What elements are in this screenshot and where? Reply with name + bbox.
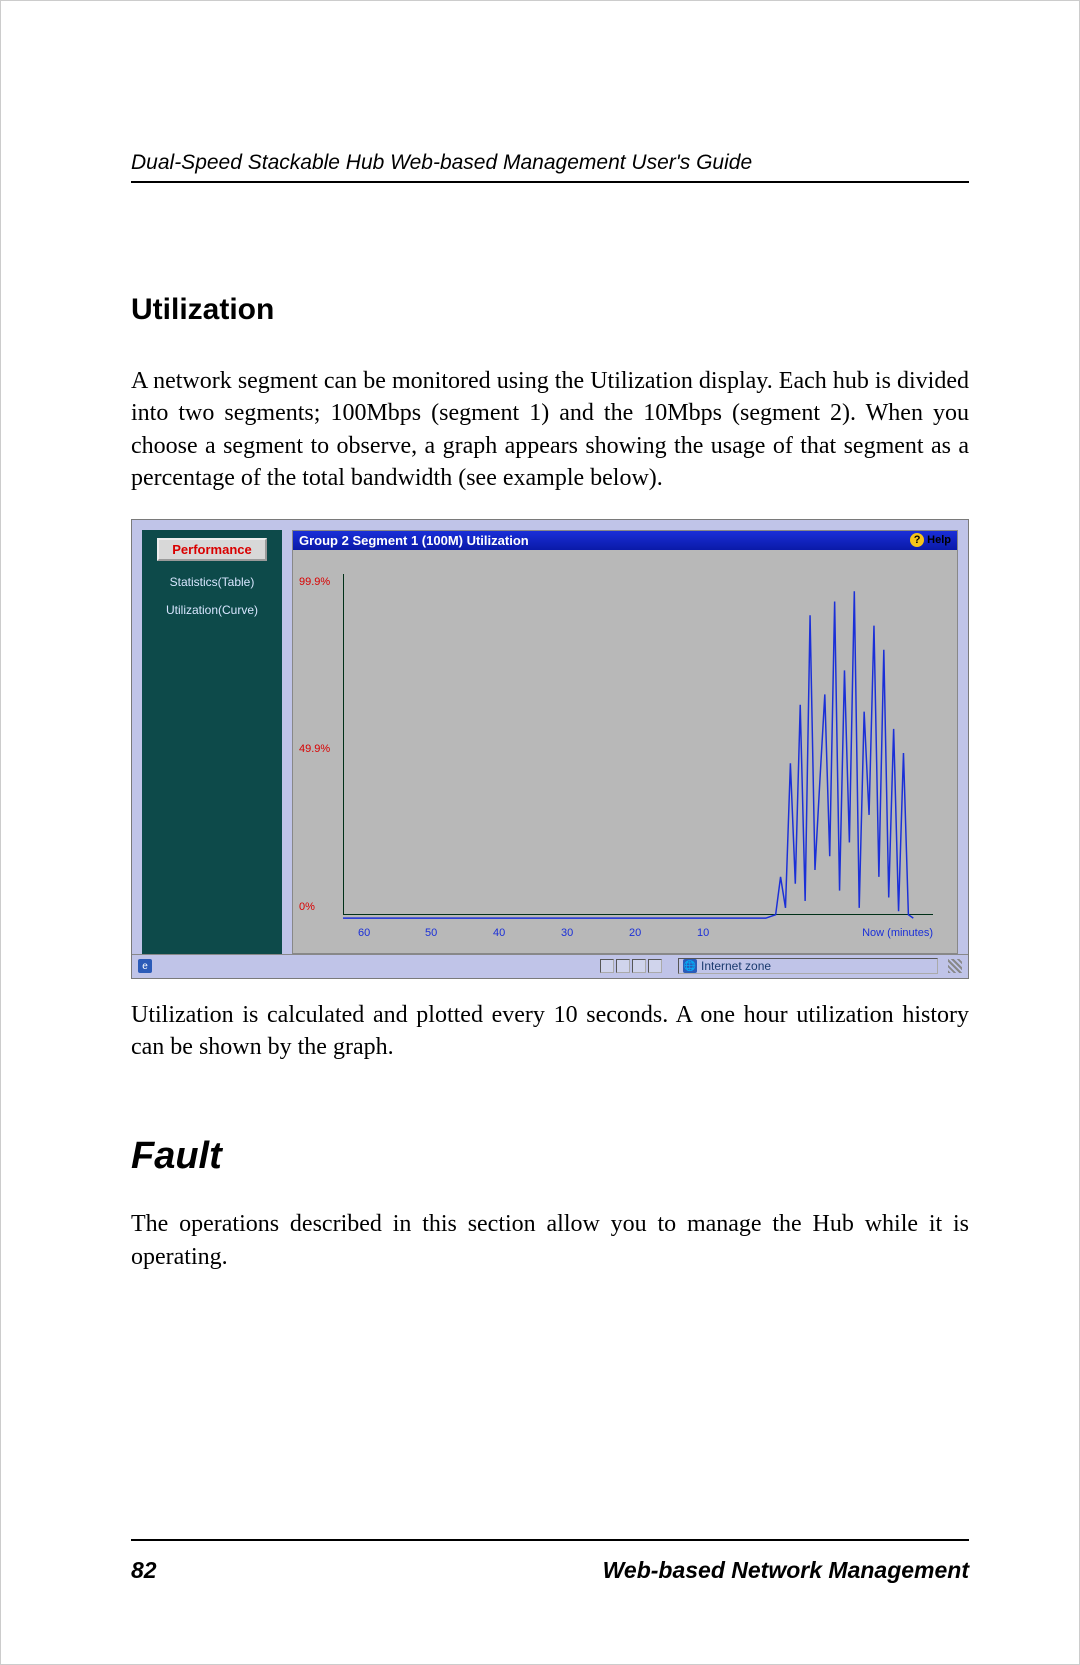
ie-page-icon: e <box>138 959 152 973</box>
section-heading-fault: Fault <box>131 1135 969 1178</box>
utilization-screenshot: Performance Statistics(Table) Utilizatio… <box>131 519 969 979</box>
chapter-label: Web-based Network Management <box>603 1557 969 1584</box>
body-paragraph: The operations described in this section… <box>131 1208 969 1273</box>
x-tick-label: 20 <box>629 927 641 939</box>
sidebar-link-utilization[interactable]: Utilization(Curve) <box>148 603 276 617</box>
status-bar: e 🌐 Internet zone <box>132 954 968 978</box>
globe-icon: 🌐 <box>683 959 697 973</box>
y-tick-label: 0% <box>299 901 315 913</box>
chart-panel: Group 2 Segment 1 (100M) Utilization ? H… <box>292 530 958 954</box>
chart-area: 99.9% 49.9% 0% 60 50 40 30 20 10 Now (mi… <box>293 550 957 953</box>
help-label: Help <box>927 534 951 546</box>
document-page: Dual-Speed Stackable Hub Web-based Manag… <box>0 0 1080 1665</box>
x-tick-label: 30 <box>561 927 573 939</box>
page-footer: 82 Web-based Network Management <box>131 1539 969 1584</box>
status-segments <box>600 959 662 973</box>
chart-title-text: Group 2 Segment 1 (100M) Utilization <box>299 533 529 548</box>
screenshot-main: Performance Statistics(Table) Utilizatio… <box>132 520 968 954</box>
utilization-curve <box>343 574 933 918</box>
y-tick-label: 99.9% <box>299 576 330 588</box>
y-tick-label: 49.9% <box>299 743 330 755</box>
resize-grip[interactable] <box>948 959 962 973</box>
x-tick-label: 40 <box>493 927 505 939</box>
section-heading-utilization: Utilization <box>131 293 969 327</box>
x-tick-label: 60 <box>358 927 370 939</box>
body-paragraph: A network segment can be monitored using… <box>131 365 969 495</box>
body-paragraph: Utilization is calculated and plotted ev… <box>131 999 969 1064</box>
performance-button[interactable]: Performance <box>157 538 267 561</box>
help-button[interactable]: ? Help <box>910 533 951 547</box>
page-number: 82 <box>131 1557 157 1584</box>
running-header: Dual-Speed Stackable Hub Web-based Manag… <box>131 151 969 183</box>
security-zone: 🌐 Internet zone <box>678 958 938 974</box>
sidebar-link-statistics[interactable]: Statistics(Table) <box>148 575 276 589</box>
status-seg <box>632 959 646 973</box>
status-seg <box>600 959 614 973</box>
status-seg <box>616 959 630 973</box>
x-tick-label-now: Now (minutes) <box>862 927 933 939</box>
x-tick-label: 50 <box>425 927 437 939</box>
chart-title-bar: Group 2 Segment 1 (100M) Utilization ? H… <box>293 531 957 550</box>
help-icon: ? <box>910 533 924 547</box>
zone-label: Internet zone <box>701 959 771 973</box>
screenshot-sidebar: Performance Statistics(Table) Utilizatio… <box>142 530 282 954</box>
x-tick-label: 10 <box>697 927 709 939</box>
status-seg <box>648 959 662 973</box>
